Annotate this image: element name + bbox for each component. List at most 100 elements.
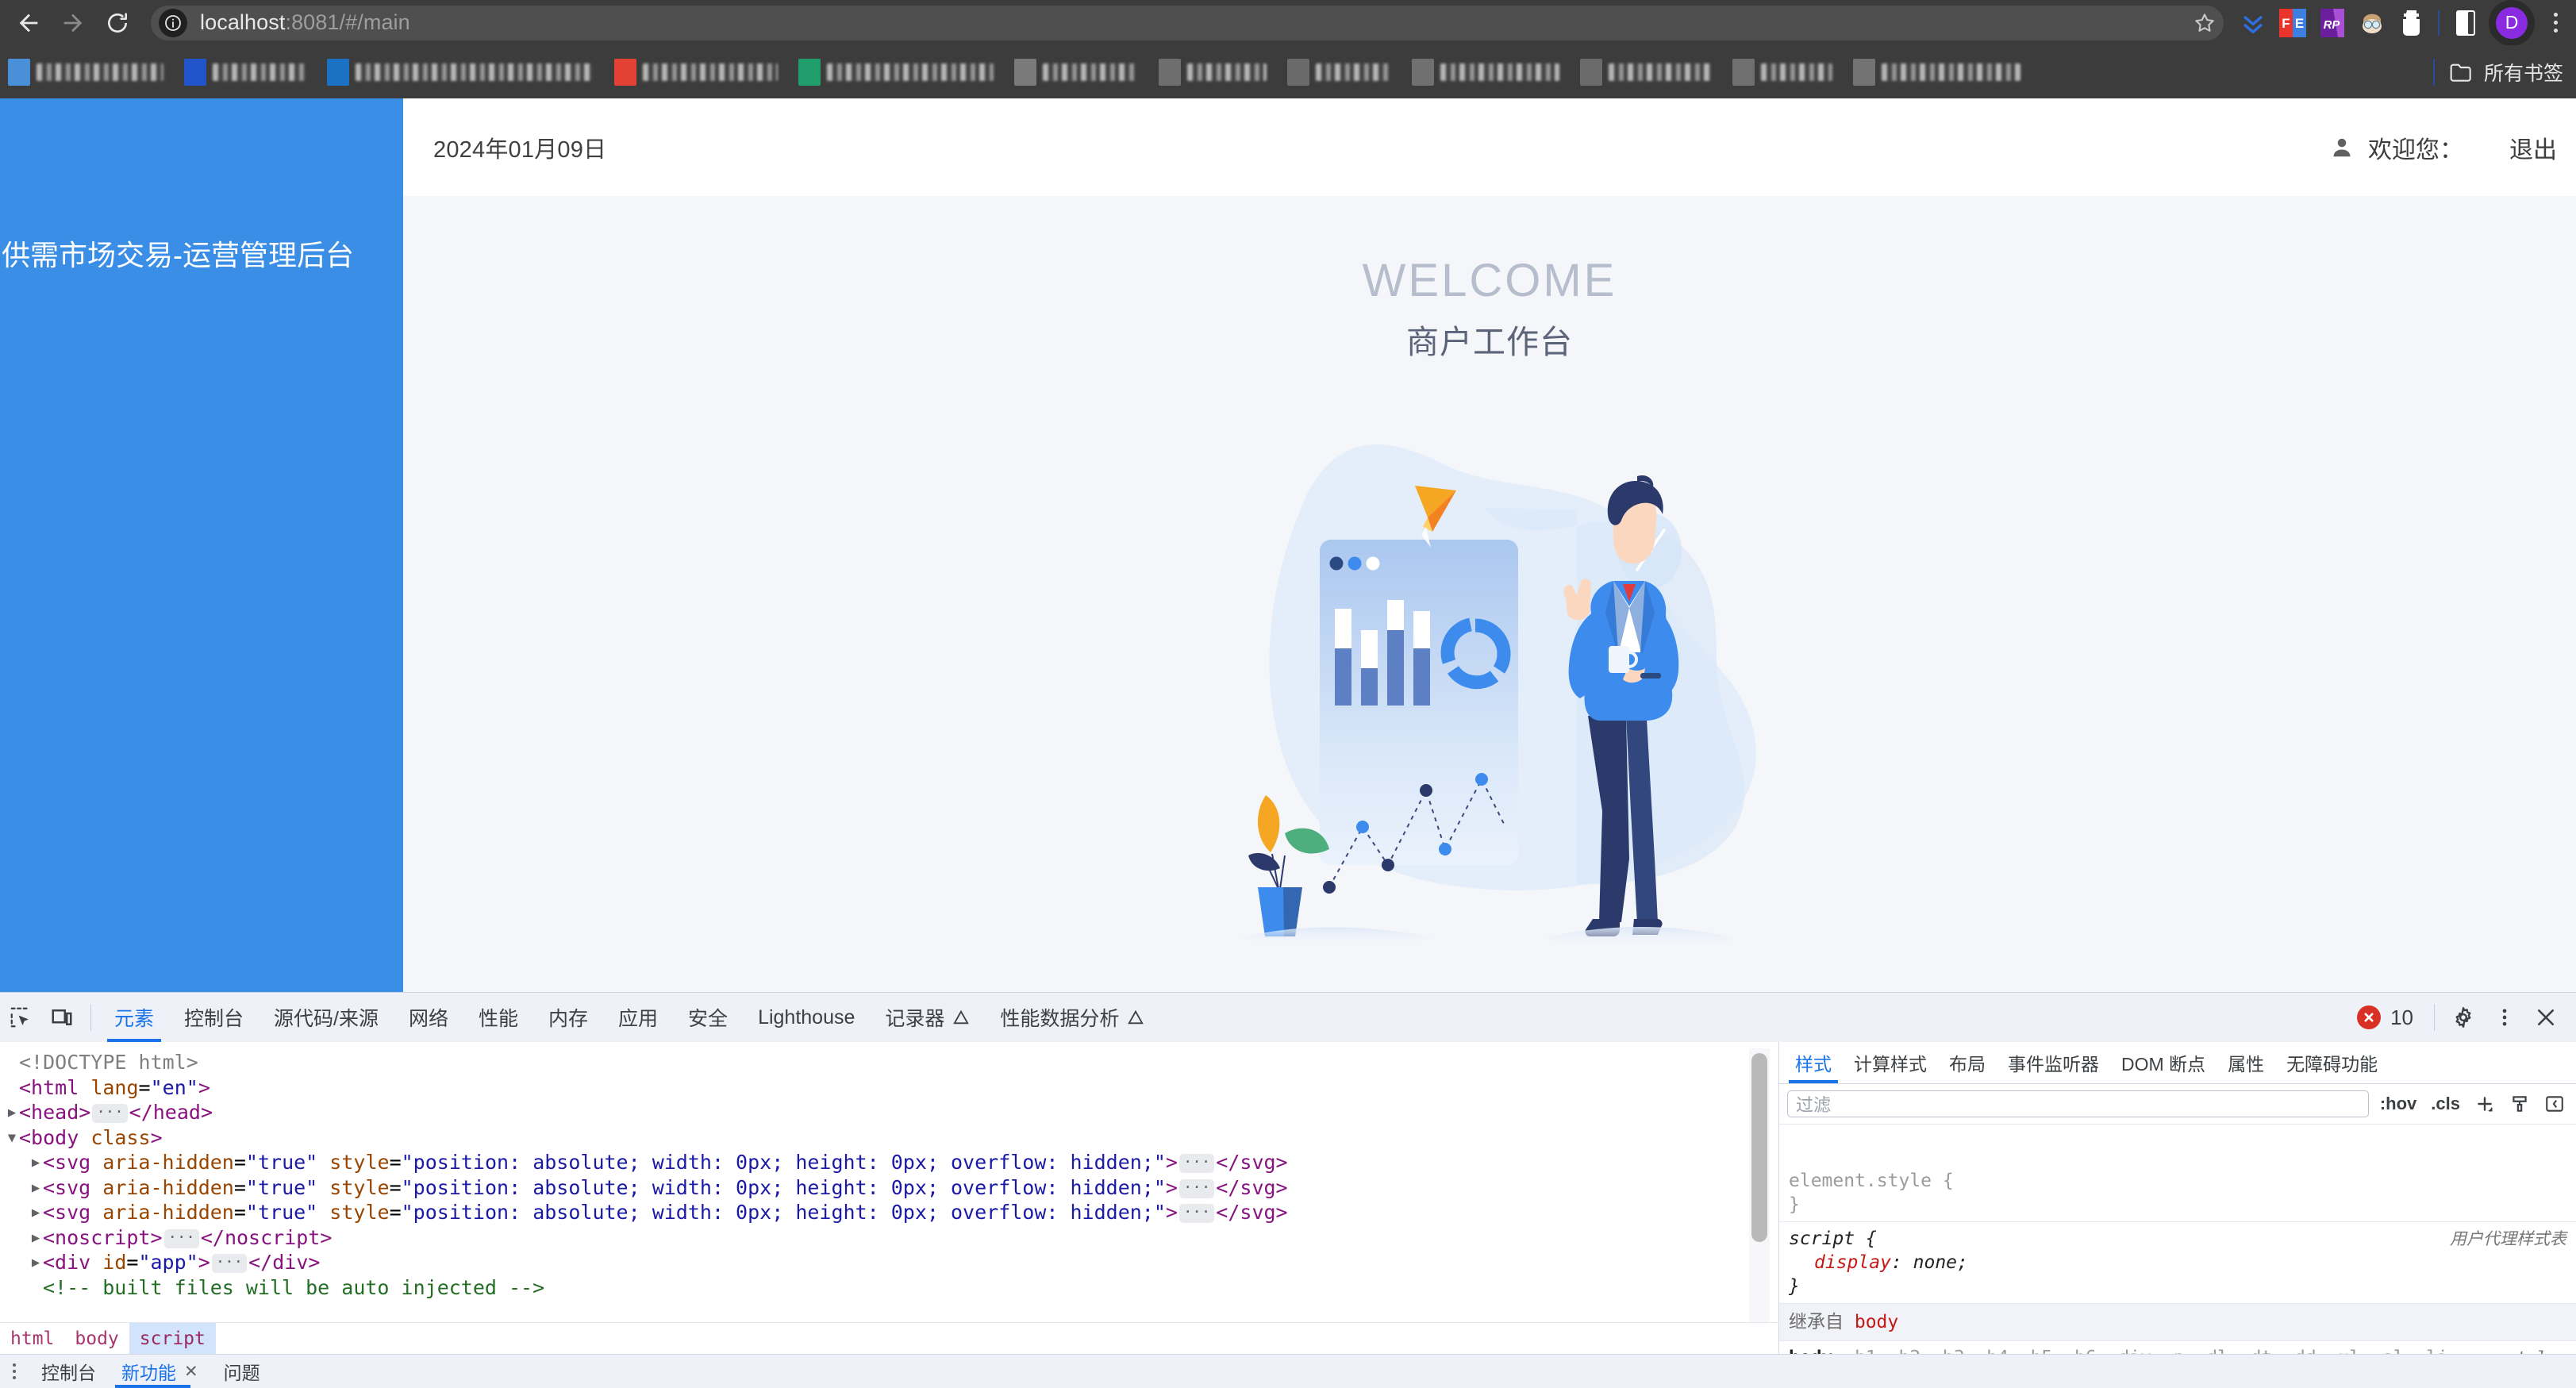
rule-declaration[interactable]: display: none; (1789, 1251, 2566, 1275)
devtools-tab-9[interactable]: 记录器 (870, 993, 985, 1042)
rule-script[interactable]: 用户代理样式表 script { display: none; } (1779, 1222, 2576, 1304)
devtools-tab-8[interactable]: Lighthouse (743, 993, 870, 1042)
styles-tab-1[interactable]: 计算样式 (1843, 1042, 1938, 1083)
browser-toolbar: localhost:8081/#/main F E RP D (0, 0, 2576, 46)
kebab-menu-icon[interactable] (0, 1355, 29, 1388)
styles-tab-2[interactable]: 布局 (1938, 1042, 1997, 1083)
jar-extension-icon[interactable] (2393, 5, 2430, 41)
kebab-menu-icon[interactable] (2539, 1, 2571, 45)
drawer-tab-2[interactable]: 问题 (211, 1355, 273, 1388)
panel-toggle-icon[interactable] (2541, 1090, 2568, 1117)
bookmark-item[interactable] (1732, 54, 1832, 90)
bookmark-item[interactable] (1159, 54, 1267, 90)
drawer-tab-1[interactable]: 新功能 ✕ (109, 1355, 211, 1388)
dom-node-line[interactable]: ▶ <div id="app"> ··· </div> (5, 1250, 1730, 1275)
disclosure-triangle-icon[interactable]: ▶ (29, 1251, 43, 1276)
dom-node-line[interactable]: ▶ <svg aria-hidden="true" style="position… (5, 1175, 1730, 1201)
rule-source[interactable]: 用户代理样式表 (2450, 1227, 2566, 1251)
dom-node-line[interactable]: <!DOCTYPE html> (5, 1050, 1730, 1075)
back-arrow-icon[interactable] (6, 1, 51, 45)
devtools-tab-3[interactable]: 网络 (394, 993, 463, 1042)
devtools-tab-6[interactable]: 应用 (603, 993, 673, 1042)
devtools-tab-2[interactable]: 源代码/来源 (259, 993, 394, 1042)
bookmark-item[interactable] (1412, 54, 1559, 90)
styles-tab-4[interactable]: DOM 断点 (2110, 1042, 2217, 1083)
logout-button[interactable]: 退出 (2509, 130, 2557, 165)
rp-extension-icon[interactable]: RP (2314, 5, 2351, 41)
drawer-tab-0[interactable]: 控制台 (29, 1355, 109, 1388)
avatar-extension-icon[interactable] (2354, 5, 2390, 41)
bookmark-item[interactable] (327, 54, 594, 90)
breadcrumb-item-script[interactable]: script (129, 1323, 216, 1355)
info-circle-icon[interactable] (159, 8, 187, 37)
devtools-tab-4[interactable]: 性能 (463, 993, 533, 1042)
dom-node-line[interactable]: ▶ <head> ··· </head> (5, 1100, 1730, 1125)
styles-tab-3[interactable]: 事件监听器 (1997, 1042, 2110, 1083)
disclosure-triangle-icon[interactable]: ▼ (5, 1126, 19, 1152)
devtools-tab-10[interactable]: 性能数据分析 (985, 993, 1159, 1042)
welcome-en-text: WELCOME (1362, 255, 1617, 306)
reload-icon[interactable] (95, 1, 140, 45)
hov-toggle[interactable]: :hov (2377, 1094, 2420, 1114)
breadcrumb-item-body[interactable]: body (64, 1323, 129, 1355)
disclosure-triangle-icon[interactable]: ▶ (29, 1151, 43, 1176)
disclosure-triangle-icon[interactable]: ▶ (29, 1201, 43, 1226)
device-toolbar-icon[interactable] (41, 993, 83, 1042)
close-icon[interactable] (2525, 993, 2566, 1042)
dom-node-line[interactable]: ▼ <body class> (5, 1125, 1730, 1151)
breadcrumb-item-html[interactable]: html (0, 1323, 64, 1355)
disclosure-triangle-icon[interactable]: ▶ (29, 1226, 43, 1252)
paintbrush-icon[interactable] (2506, 1090, 2533, 1117)
kebab-menu-icon[interactable] (2484, 993, 2525, 1042)
fe-extension-icon[interactable]: F E (2274, 5, 2311, 41)
styles-tab-5[interactable]: 属性 (2217, 1042, 2275, 1083)
bookmark-item[interactable] (1287, 54, 1391, 90)
devtools-body: <!DOCTYPE html> <html lang="en"> ▶ <head> ··… (0, 1042, 2576, 1388)
styles-tab-0[interactable]: 样式 (1784, 1042, 1843, 1083)
bookmark-item[interactable] (798, 54, 994, 90)
dom-tree-scrollbar[interactable] (1749, 1048, 1770, 1334)
devtools-tab-0[interactable]: 元素 (99, 993, 169, 1042)
dom-node-line[interactable]: ▶ <svg aria-hidden="true" style="position… (5, 1150, 1730, 1175)
star-icon[interactable] (2190, 9, 2219, 37)
bookmark-item[interactable] (1014, 54, 1138, 90)
bookmark-favicon (327, 58, 349, 86)
inherited-source[interactable]: body (1855, 1312, 1898, 1332)
bookmark-item[interactable] (8, 54, 163, 90)
error-badge[interactable]: 10 (2357, 1005, 2413, 1030)
close-icon[interactable]: ✕ (184, 1362, 198, 1382)
scrollbar-thumb[interactable] (1751, 1053, 1767, 1242)
forward-arrow-icon[interactable] (51, 1, 95, 45)
devtools-tab-7[interactable]: 安全 (673, 993, 743, 1042)
sidepanel-icon[interactable] (2447, 5, 2484, 41)
styles-tab-6[interactable]: 无障碍功能 (2275, 1042, 2389, 1083)
bookmarks-bar: 所有书签 (0, 45, 2576, 99)
url-text[interactable]: localhost:8081/#/main (200, 10, 410, 35)
disclosure-triangle-icon[interactable]: ▶ (5, 1101, 19, 1126)
bookmark-item[interactable] (184, 54, 306, 90)
styles-filter-input[interactable]: 过滤 (1787, 1090, 2369, 1117)
devtools-tab-1[interactable]: 控制台 (169, 993, 259, 1042)
gear-icon[interactable] (2443, 993, 2484, 1042)
app-header: 2024年01月09日 欢迎您： 退出 (403, 98, 2576, 196)
address-bar[interactable]: localhost:8081/#/main (151, 5, 2224, 40)
dom-node-line[interactable]: <html lang="en"> (5, 1075, 1730, 1101)
dom-node-line[interactable]: <!-- built files will be auto injected -… (5, 1275, 1730, 1301)
bookmark-item[interactable] (614, 54, 778, 90)
dom-node-line[interactable]: ▶ <noscript> ··· </noscript> (5, 1225, 1730, 1251)
all-bookmarks-button[interactable]: 所有书签 (2449, 58, 2576, 87)
bookmark-item[interactable] (1580, 54, 1712, 90)
bookmark-item[interactable] (1853, 54, 2020, 90)
downloads-extension-icon[interactable] (2235, 5, 2271, 41)
devtools-tab-5[interactable]: 内存 (533, 993, 603, 1042)
dom-node-line[interactable]: ▶ <svg aria-hidden="true" style="position… (5, 1200, 1730, 1225)
inspect-element-icon[interactable] (0, 993, 41, 1042)
cls-toggle[interactable]: .cls (2428, 1094, 2463, 1114)
disclosure-triangle-icon[interactable]: ▶ (29, 1176, 43, 1202)
plus-icon[interactable] (2471, 1090, 2498, 1117)
dom-tree[interactable]: <!DOCTYPE html> <html lang="en"> ▶ <head> ··… (0, 1042, 1730, 1339)
devtools-tab-label: 网络 (408, 1008, 448, 1030)
error-count: 10 (2390, 1005, 2413, 1029)
profile-button[interactable]: D (2489, 0, 2535, 46)
rule-element-style[interactable]: element.style { } (1779, 1164, 2576, 1222)
